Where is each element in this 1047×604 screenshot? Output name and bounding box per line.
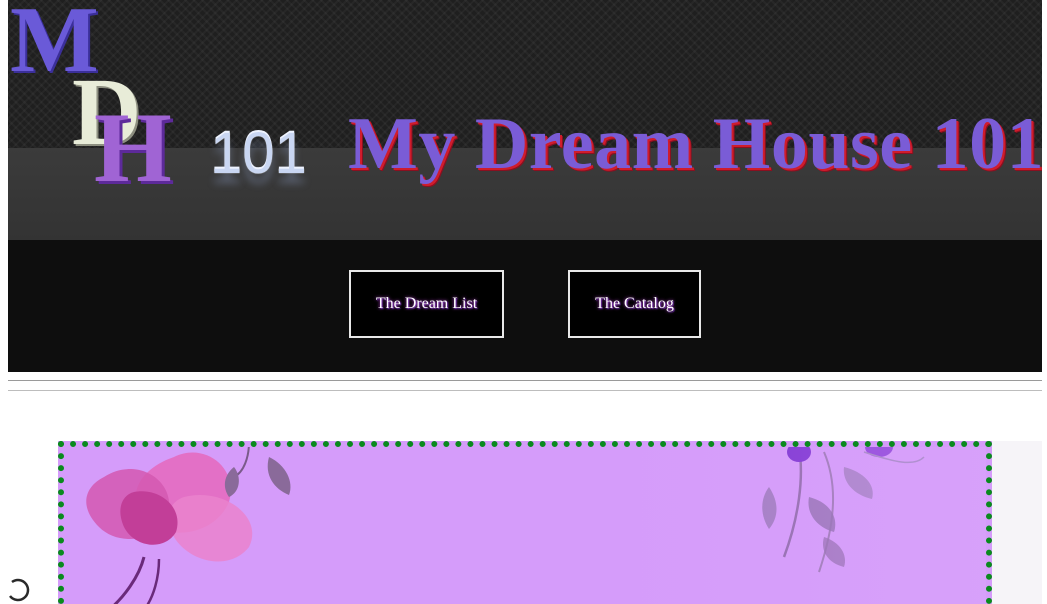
main-nav: The Dream List The Catalog <box>8 240 1042 372</box>
floral-banner <box>58 441 992 604</box>
nav-dream-list-button[interactable]: The Dream List <box>349 270 504 338</box>
site-header: M D H 101 My Dream House 101 <box>8 0 1042 240</box>
banner-fade <box>600 447 986 604</box>
divider <box>8 390 1042 391</box>
divider <box>8 380 1042 381</box>
site-logo[interactable]: M D H 101 <box>8 0 328 215</box>
nav-catalog-button[interactable]: The Catalog <box>568 270 701 338</box>
pink-flower-icon <box>86 447 291 604</box>
site-title: My Dream House 101 <box>348 103 1042 185</box>
spinner-icon <box>9 578 30 602</box>
logo-letter-h: H <box>94 92 172 203</box>
logo-number: 101 <box>210 121 307 186</box>
